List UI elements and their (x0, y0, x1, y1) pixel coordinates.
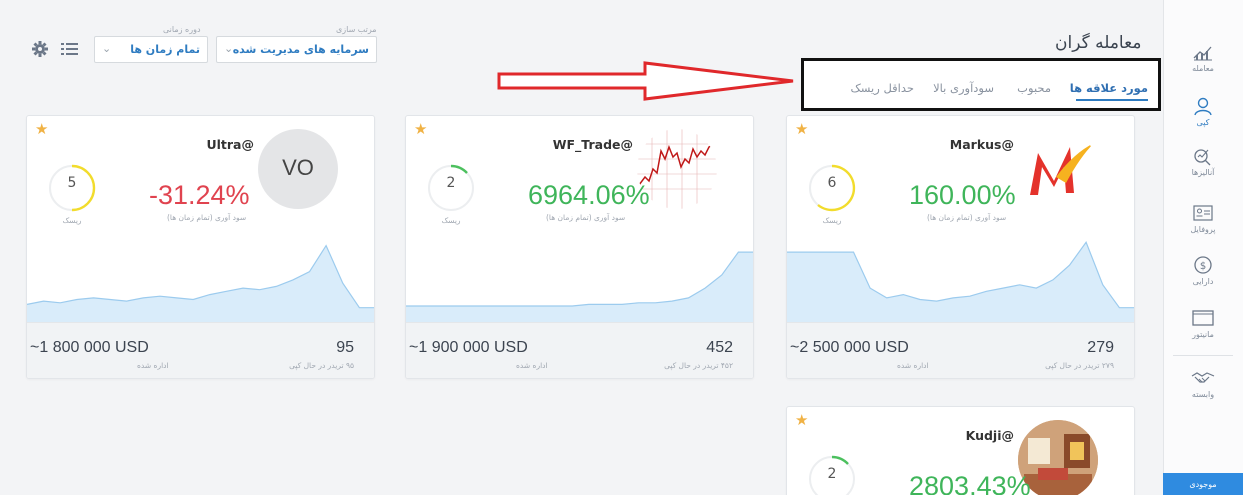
sort-select-value: سرمایه های مدیریت شده (232, 43, 369, 56)
sidebar-divider (1173, 355, 1233, 356)
tab-min-risk[interactable]: حداقل ریسک (850, 81, 914, 95)
list-view-icon[interactable] (60, 41, 80, 57)
sidebar-label-profile: پروفایل (1190, 225, 1216, 234)
managed-label: اداره شده (137, 361, 169, 370)
chart-icon (1193, 46, 1212, 61)
risk-value: 5 (67, 175, 77, 191)
sidebar-label-copy: کپی (1196, 118, 1210, 127)
star-icon[interactable]: ★ (795, 411, 808, 429)
app-root: معامله کپی آنالیزها پروفایل $ دارایی مان… (0, 0, 1243, 495)
equity-sparkline (406, 251, 753, 324)
avatar: VO (258, 129, 338, 209)
profit-value: 2803.43% (909, 471, 1031, 495)
managed-amount: ~1 800 000 USD (30, 339, 149, 356)
profit-label: سود آوری (تمام زمان ها) (927, 213, 1007, 222)
profit-value: 160.00% (909, 180, 1016, 210)
star-icon[interactable]: ★ (795, 120, 808, 138)
star-icon[interactable]: ★ (414, 120, 427, 138)
chevron-down-icon: ⌄ (102, 42, 112, 55)
risk-value: 2 (827, 466, 837, 482)
sidebar: معامله کپی آنالیزها پروفایل $ دارایی مان… (1163, 0, 1243, 495)
sort-label: مرتب سازی (336, 25, 377, 34)
dollar-icon: $ (1194, 256, 1212, 274)
investors-label: ۴۵۲ تریدر در حال کپی (664, 361, 733, 370)
sidebar-item-trade[interactable]: معامله (1163, 42, 1243, 73)
annotation-arrow (497, 61, 794, 101)
trader-username: WF_Trade@ (552, 137, 633, 152)
trader-username: Markus@ (949, 137, 1014, 152)
tab-high-profit[interactable]: سودآوری بالا (933, 81, 994, 95)
sidebar-item-monitor[interactable]: مانیتور (1163, 308, 1243, 339)
active-tab-underline (1076, 99, 1148, 101)
sidebar-item-copy[interactable]: کپی (1163, 96, 1243, 127)
balance-button[interactable]: موجودی (1163, 473, 1243, 495)
svg-text:$: $ (1200, 261, 1206, 272)
card-footer: ~2 500 000 USD اداره شده 279 ۲۷۹ تریدر د… (787, 322, 1134, 378)
sidebar-item-affiliate[interactable]: وابسته (1163, 368, 1243, 399)
analytics-icon (1194, 149, 1211, 166)
tab-favorites[interactable]: مورد علاقه ها (1070, 81, 1148, 95)
profit-value: -31.24% (149, 180, 250, 210)
profile-card-icon (1193, 205, 1213, 221)
chevron-down-icon: ⌄ (224, 42, 234, 55)
tab-popular[interactable]: محبوب (1017, 81, 1051, 95)
sidebar-label-affiliate: وابسته (1191, 390, 1215, 399)
investors-label: ۲۷۹ تریدر در حال کپی (1045, 361, 1114, 370)
sidebar-label-trade: معامله (1192, 64, 1214, 73)
investors-count: 95 (336, 339, 354, 356)
trader-username: Kudji@ (965, 428, 1014, 443)
investors-count: 279 (1087, 339, 1114, 356)
period-select[interactable]: تمام زمان ها ⌄ (94, 36, 208, 63)
monitor-icon (1192, 310, 1214, 326)
investors-count: 452 (706, 339, 733, 356)
equity-sparkline (787, 241, 1134, 324)
equity-sparkline (27, 244, 374, 324)
risk-label: ریسک (441, 216, 461, 225)
user-icon (1194, 97, 1212, 116)
gear-icon[interactable] (31, 40, 49, 58)
card-footer: ~1 900 000 USD اداره شده 452 ۴۵۲ تریدر د… (406, 322, 753, 378)
period-label: دوره زمانی (163, 25, 201, 34)
sidebar-label-monitor: مانیتور (1192, 330, 1214, 339)
avatar-logo-image (1030, 143, 1094, 195)
managed-label: اداره شده (897, 361, 929, 370)
profit-label: سود آوری (تمام زمان ها) (546, 213, 626, 222)
profit-label: سود آوری (تمام زمان ها) (167, 213, 247, 222)
managed-amount: ~1 900 000 USD (409, 339, 528, 356)
risk-value: 2 (446, 175, 456, 191)
sidebar-item-assets[interactable]: $ دارایی (1163, 255, 1243, 286)
sparkline-area (27, 245, 374, 324)
page-title: معامله گران (1055, 33, 1142, 53)
managed-amount: ~2 500 000 USD (790, 339, 909, 356)
investors-label: ۹۵ تریدر در حال کپی (289, 361, 354, 370)
risk-label: ریسک (62, 216, 82, 225)
profit-value: 6964.06% (528, 180, 650, 210)
sparkline-area (406, 252, 753, 324)
sidebar-item-analytics[interactable]: آنالیزها (1163, 146, 1243, 177)
trader-card-ultra[interactable]: ★ Ultra@ VO 5 ریسک -31.24% سود آوری (تما… (26, 115, 375, 379)
tab-bar: مورد علاقه ها محبوب سودآوری بالا حداقل ر… (801, 58, 1161, 111)
avatar (1018, 129, 1098, 209)
trader-card-wf-trade[interactable]: ★ WF_Trade@ 2 ریسک 6964.06% سود آوری (تم… (405, 115, 754, 379)
sidebar-label-analytics: آنالیزها (1191, 168, 1215, 177)
avatar-initials: VO (282, 155, 314, 180)
trader-card-markus[interactable]: ★ Markus@ 6 ریسک 160.00% سود آوری (تمام … (786, 115, 1135, 379)
sort-select[interactable]: سرمایه های مدیریت شده ⌄ (216, 36, 377, 63)
sparkline-area (787, 242, 1134, 324)
handshake-icon (1191, 372, 1215, 383)
risk-value: 6 (827, 175, 837, 191)
card-footer: ~1 800 000 USD اداره شده 95 ۹۵ تریدر در … (27, 322, 374, 378)
risk-label: ریسک (822, 216, 842, 225)
trader-username: Ultra@ (206, 137, 254, 152)
managed-label: اداره شده (516, 361, 548, 370)
period-select-value: تمام زمان ها (130, 43, 200, 56)
sidebar-item-profile[interactable]: پروفایل (1163, 203, 1243, 234)
sidebar-label-assets: دارایی (1192, 277, 1214, 286)
star-icon[interactable]: ★ (35, 120, 48, 138)
trader-card-kudji[interactable]: ★ Kudji@ 2 2803.43% (786, 406, 1135, 495)
